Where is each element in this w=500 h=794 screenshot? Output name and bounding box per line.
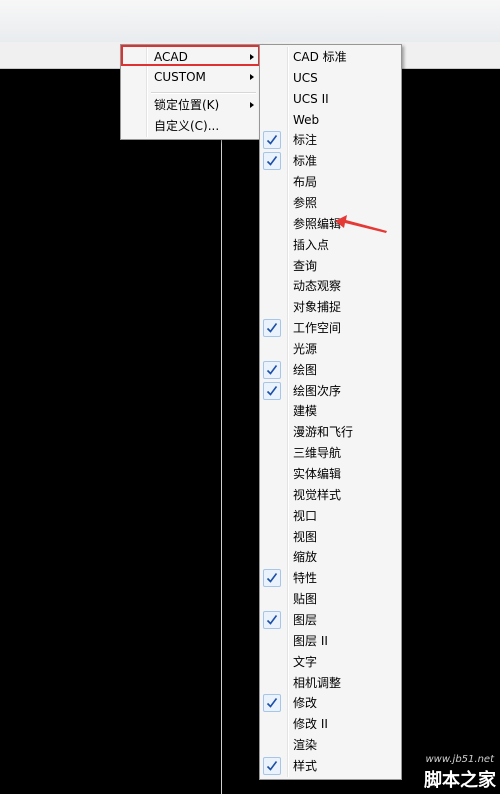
submenu-item-label: 对象捕捉 [293,300,342,315]
submenu-item[interactable]: 贴图 [262,589,399,609]
submenu-item-label: 贴图 [293,592,318,607]
submenu-item[interactable]: 图层 II [262,631,399,651]
submenu-item[interactable]: 修改 II [262,714,399,734]
submenu-item[interactable]: 漫游和飞行 [262,422,399,442]
submenu-item-label: 标准 [293,154,318,169]
submenu-item-label: 缩放 [293,550,318,565]
submenu-item-label: UCS [293,70,318,85]
submenu-item[interactable]: 光源 [262,339,399,359]
submenu-item-label: 标注 [293,133,318,148]
watermark: www.jb51.net 脚本之家 [400,752,500,794]
drawing-canvas[interactable] [0,69,500,794]
checkmark-icon [263,319,281,338]
submenu-item[interactable]: 建模 [262,401,399,421]
submenu-item-label: 动态观察 [293,279,342,294]
submenu-item-label: 图层 [293,612,318,627]
submenu-item-label: 参照 [293,195,318,210]
watermark-text: 脚本之家 [424,770,496,791]
submenu-item-label: 样式 [293,758,318,773]
submenu-item-label: Web [293,112,320,127]
menu-item-lock-position[interactable]: 锁定位置(K) [123,95,260,115]
submenu-item-label: 建模 [293,404,318,419]
submenu-item-label: 文字 [293,654,318,669]
menu-item-label: 锁定位置(K) [154,98,220,112]
submenu-item[interactable]: 三维导航 [262,443,399,463]
submenu-item[interactable]: CAD 标准 [262,47,399,67]
submenu-item-label: 视口 [293,508,318,523]
submenu-item[interactable]: 查询 [262,256,399,276]
submenu-item-label: 视图 [293,529,318,544]
toolbar-area [0,0,500,42]
checkmark-icon [263,152,281,171]
submenu-item-label: 实体编辑 [293,467,342,481]
submenu-item-label: 特性 [293,571,318,586]
submenu-item-label: UCS II [293,91,329,106]
submenu-item-label: 布局 [293,175,318,190]
submenu-item-label: 工作空间 [293,321,342,336]
submenu-item[interactable]: 参照 [262,193,399,213]
submenu-item[interactable]: 工作空间 [262,318,399,338]
watermark-url: www.jb51.net [425,754,494,765]
submenu-item[interactable]: UCS [262,68,399,88]
acad-toolbar-submenu: CAD 标准 UCS UCS II Web 标注标准布局参照参照编辑插入点查询动态观察对… [259,44,402,780]
submenu-item[interactable]: 布局 [262,172,399,192]
submenu-arrow-icon [250,74,254,80]
submenu-item-label: 修改 [293,696,318,711]
checkmark-icon [263,381,281,400]
submenu-item[interactable]: 标准 [262,151,399,171]
submenu-item[interactable]: 插入点 [262,235,399,255]
submenu-item-label: 视觉样式 [293,487,342,502]
submenu-item-label: CAD 标准 [293,50,347,64]
menu-item-customize[interactable]: 自定义(C)... [123,116,260,136]
checkmark-icon [263,756,281,775]
submenu-item[interactable]: 绘图次序 [262,381,399,401]
menu-item-label: CUSTOM [154,70,206,84]
acad-highlight-box [121,45,260,66]
submenu-item[interactable]: 视觉样式 [262,485,399,505]
checkmark-icon [263,610,281,629]
menu-item-label: 自定义(C)... [154,119,220,133]
submenu-item-label: 漫游和飞行 [293,425,354,440]
submenu-item[interactable]: 标注 [262,130,399,150]
submenu-item-label: 修改 II [293,717,328,732]
crosshair-line [221,69,222,794]
submenu-item[interactable]: 修改 [262,693,399,713]
menu-item-custom[interactable]: CUSTOM [123,67,260,87]
annotation-arrow-icon [335,215,387,233]
submenu-item-label: 图层 II [293,633,328,648]
checkmark-icon [263,131,281,150]
menu-separator [151,92,256,94]
submenu-item-label: 插入点 [293,237,330,252]
submenu-item[interactable]: 动态观察 [262,276,399,296]
submenu-item-label: 参照编辑 [293,216,342,231]
submenu-item-label: 相机调整 [293,675,342,690]
submenu-item[interactable]: 文字 [262,652,399,672]
submenu-item-label: 绘图次序 [293,383,342,398]
submenu-item-label: 绘图 [293,362,318,377]
submenu-item-label: 查询 [293,258,318,273]
submenu-arrow-icon [250,102,254,108]
submenu-item[interactable]: 视图 [262,527,399,547]
submenu-item[interactable]: 缩放 [262,547,399,567]
submenu-item[interactable]: 相机调整 [262,673,399,693]
checkmark-icon [263,360,281,379]
submenu-item[interactable]: 绘图 [262,360,399,380]
submenu-item[interactable]: 实体编辑 [262,464,399,484]
submenu-item[interactable]: 样式 [262,756,399,776]
submenu-item[interactable]: 视口 [262,506,399,526]
submenu-item[interactable]: 图层 [262,610,399,630]
submenu-item-label: 渲染 [293,738,318,753]
submenu-item[interactable]: Web [262,110,399,130]
checkmark-icon [263,569,281,588]
submenu-item-label: 光源 [293,341,318,356]
submenu-item[interactable]: 特性 [262,568,399,588]
submenu-item[interactable]: 对象捕捉 [262,297,399,317]
submenu-item[interactable]: 渲染 [262,735,399,755]
checkmark-icon [263,694,281,713]
submenu-item-label: 三维导航 [293,446,342,461]
submenu-item[interactable]: UCS II [262,89,399,109]
